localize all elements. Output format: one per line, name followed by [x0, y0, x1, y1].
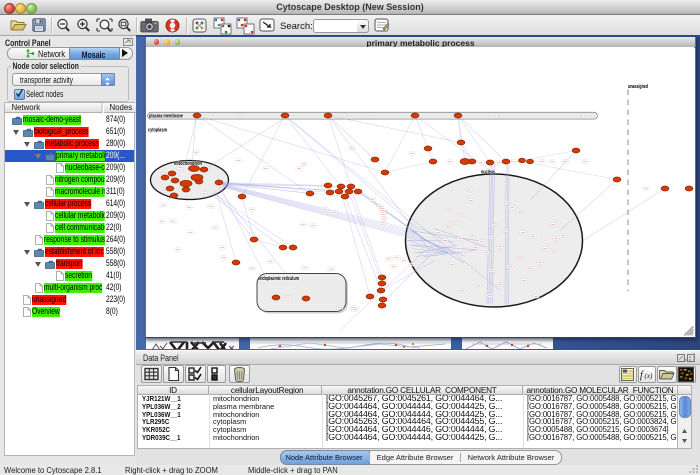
svg-text:cytoplasm: cytoplasm — [148, 128, 167, 134]
svg-text:endoplasmic reticulum: endoplasmic reticulum — [258, 276, 299, 282]
svg-text:plasma membrane: plasma membrane — [149, 114, 183, 120]
svg-text:(x): (x) — [645, 372, 653, 380]
svg-text:mitochondrion: mitochondrion — [174, 161, 202, 167]
svg-text:nucleus: nucleus — [481, 170, 495, 176]
svg-text:f: f — [640, 370, 644, 381]
svg-text:unassigned: unassigned — [628, 84, 648, 90]
